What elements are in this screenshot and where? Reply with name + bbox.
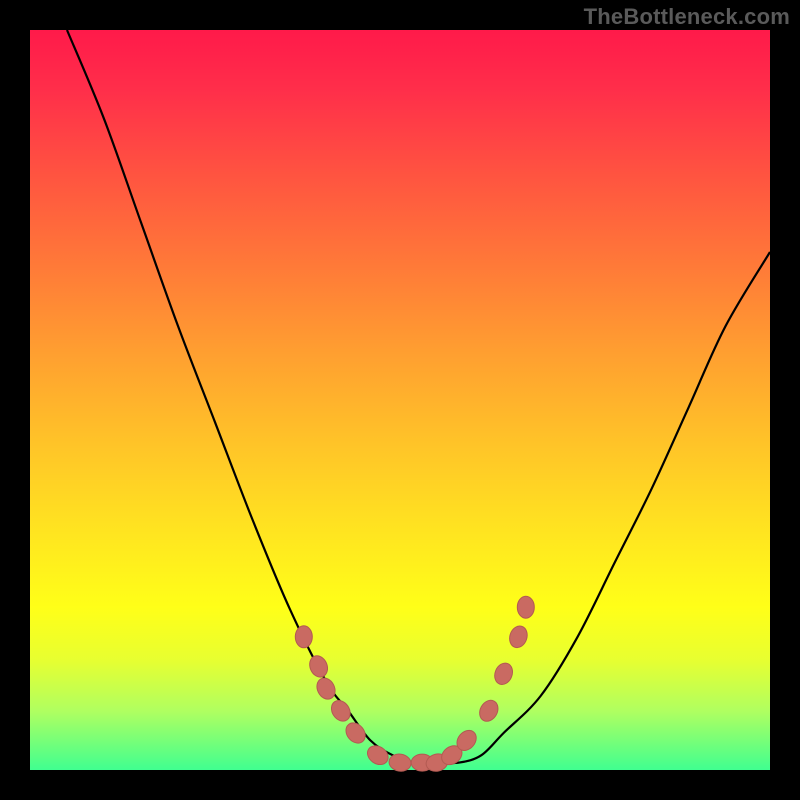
highlight-dot — [507, 624, 530, 650]
highlight-dot — [295, 626, 312, 648]
bottleneck-curve — [67, 30, 770, 763]
highlight-dot — [476, 697, 502, 724]
highlight-dot — [342, 719, 369, 747]
highlight-dot — [364, 742, 392, 768]
highlight-dot — [306, 653, 330, 680]
highlight-dot — [328, 697, 354, 725]
highlight-dot — [492, 660, 516, 687]
chart-svg — [30, 30, 770, 770]
highlight-dots — [295, 596, 534, 773]
highlight-dot — [313, 675, 338, 702]
highlight-dot — [517, 596, 534, 618]
chart-frame: TheBottleneck.com — [0, 0, 800, 800]
watermark-text: TheBottleneck.com — [584, 4, 790, 30]
plot-area — [30, 30, 770, 770]
